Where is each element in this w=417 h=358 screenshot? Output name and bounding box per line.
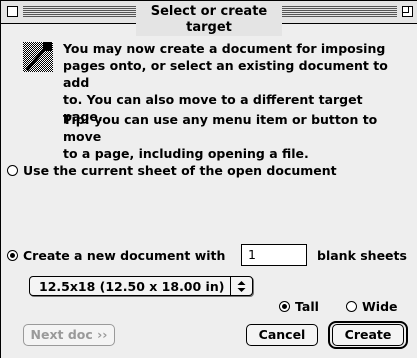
wide-option[interactable]: Wide xyxy=(346,299,398,314)
tip-line-1: Tip: you can use any menu item or button… xyxy=(63,112,378,144)
paper-size-value: 12.5x18 (12.50 x 18.00 in) xyxy=(39,279,225,294)
cancel-button[interactable]: Cancel xyxy=(246,324,318,346)
use-current-label: Use the current sheet of the open docume… xyxy=(23,163,337,178)
tip-line-2: to a page, including opening a file. xyxy=(63,146,309,161)
tall-option[interactable]: Tall xyxy=(279,299,319,314)
tall-radio[interactable] xyxy=(279,301,290,312)
tall-label: Tall xyxy=(295,299,319,314)
sheet-count-input[interactable]: 1 xyxy=(241,244,307,266)
create-new-label: Create a new document with xyxy=(23,248,226,263)
select-target-window: Select or create target You may now crea… xyxy=(0,0,417,358)
updown-arrows-icon xyxy=(237,281,246,292)
blank-sheets-label: blank sheets xyxy=(317,248,407,263)
use-current-sheet-option[interactable]: Use the current sheet of the open docume… xyxy=(7,163,337,178)
tip-message: Tip: you can use any menu item or button… xyxy=(63,111,403,162)
use-current-radio[interactable] xyxy=(7,165,18,176)
wide-label: Wide xyxy=(362,299,398,314)
window-title: Select or create target xyxy=(136,4,282,36)
next-doc-button[interactable]: Next doc ›› xyxy=(23,324,115,346)
imposition-tool-icon xyxy=(23,42,53,72)
close-box-icon[interactable] xyxy=(7,6,18,17)
create-button[interactable]: Create xyxy=(332,324,404,346)
intro-line-1: You may now create a document for imposi… xyxy=(63,41,386,56)
title-bar[interactable]: Select or create target xyxy=(1,1,417,36)
create-new-radio[interactable] xyxy=(7,250,18,261)
zoom-box-icon[interactable] xyxy=(402,6,413,17)
wide-radio[interactable] xyxy=(346,301,357,312)
popup-divider xyxy=(230,277,231,295)
create-new-document-option[interactable]: Create a new document with xyxy=(7,248,225,263)
paper-size-popup[interactable]: 12.5x18 (12.50 x 18.00 in) xyxy=(29,276,253,296)
intro-line-2: pages onto, or select an existing docume… xyxy=(63,58,388,90)
